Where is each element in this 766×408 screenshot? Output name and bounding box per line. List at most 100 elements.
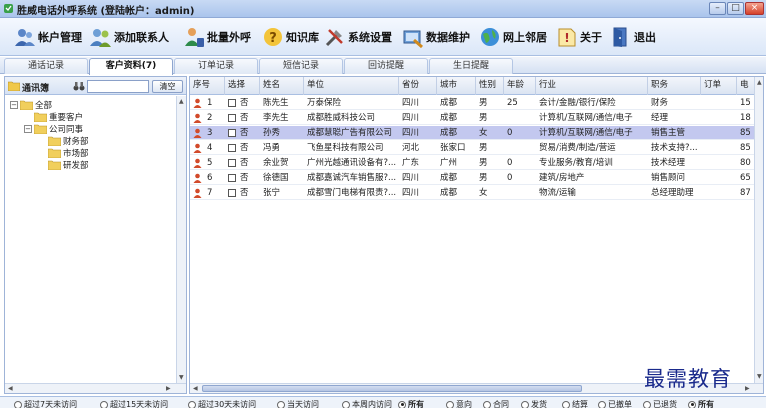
tab-call-records[interactable]: 通话记录 — [4, 58, 88, 74]
table-row[interactable]: 1 否陈先生 万泰保险 四川 成都男 25 会计/金融/银行/保险 财务 15 — [190, 96, 763, 110]
grid-header: 序号 选择 姓名 单位 省份 城市 性别 年龄 行业 职务 订单电 — [190, 77, 763, 95]
radio-dot[interactable] — [100, 400, 108, 408]
grid-column-header[interactable]: 城市 — [437, 77, 476, 95]
filter-radio[interactable]: 发货 — [521, 399, 547, 408]
radio-dot[interactable] — [446, 400, 454, 408]
row-checkbox[interactable] — [228, 159, 236, 167]
filter-radio[interactable]: 合同 — [483, 399, 509, 408]
toolbar-batch-call-button[interactable]: 批量外呼 — [183, 23, 251, 51]
table-row[interactable]: 3 否孙秀 成都慧聪广告有限公司 四川 成都女 0 计算机/互联网/通信/电子 销售主管 85 — [190, 126, 763, 140]
contacts-vertical-scrollbar[interactable]: ▲ ▼ — [176, 96, 186, 384]
filter-radio[interactable]: 所有 — [688, 399, 714, 408]
table-row[interactable]: 5 否余业贺 广州光越通讯设备有?... 广东 广州男 0 专业服务/教育/培训 技术经理 80 — [190, 156, 763, 170]
tree-collapse-toggle[interactable]: − — [10, 100, 18, 109]
contacts-search-input[interactable] — [87, 80, 149, 93]
toolbar-exit-button[interactable]: 退出 — [610, 23, 656, 51]
grid-column-header[interactable]: 选择 — [225, 77, 260, 95]
table-row[interactable]: 2 否李先生 成都胜威科技公司 四川 成都男计算机/互联网/通信/电子 经理 18 — [190, 111, 763, 125]
clear-search-button[interactable]: 清空 — [152, 80, 183, 93]
toolbar-account-button[interactable]: 帐户管理 — [14, 23, 82, 51]
select-checkbox-cell[interactable]: 否 — [225, 186, 260, 200]
radio-dot[interactable] — [521, 400, 529, 408]
contacts-horizontal-scrollbar[interactable]: ◀ ▶ — [5, 383, 186, 393]
toolbar-network-button[interactable]: 网上邻居 — [479, 23, 547, 51]
radio-dot[interactable] — [562, 400, 570, 408]
tree-node[interactable]: − 公司同事 — [24, 123, 83, 135]
grid-scroll-down-arrow-icon[interactable]: ▼ — [757, 373, 762, 380]
filter-radio[interactable]: 意向 — [446, 399, 472, 408]
grid-scroll-thumb[interactable] — [202, 385, 582, 392]
grid-scroll-left-arrow-icon[interactable]: ◀ — [193, 385, 198, 392]
tab-birthday-reminder[interactable]: 生日提醒 — [429, 58, 513, 74]
filter-radio[interactable]: 本周内访问 — [342, 399, 392, 408]
grid-column-header[interactable]: 姓名 — [260, 77, 304, 95]
radio-dot[interactable] — [643, 400, 651, 408]
minimize-button[interactable]: – — [709, 2, 726, 15]
filter-radio[interactable]: 所有 — [398, 399, 424, 408]
tab-sms-records[interactable]: 短信记录 — [259, 58, 343, 74]
scroll-up-arrow-icon[interactable]: ▲ — [179, 98, 184, 105]
tree-node[interactable]: 重要客户 — [24, 111, 83, 123]
grid-column-header[interactable]: 行业 — [536, 77, 648, 95]
close-button[interactable]: × — [745, 2, 764, 15]
tree-node[interactable]: 研发部 — [38, 159, 89, 171]
radio-dot[interactable] — [688, 400, 696, 408]
maximize-button[interactable]: □ — [727, 2, 744, 15]
table-row[interactable]: 6 否徐德国 成都嘉诚汽车销售服?... 四川 成都男 0 建筑/房地产 销售顾问 65 — [190, 171, 763, 185]
toolbar-add-contact-button[interactable]: 添加联系人 — [90, 23, 169, 51]
grid-vertical-scrollbar[interactable]: ▲ ▼ — [754, 77, 763, 383]
grid-column-header[interactable]: 年龄 — [504, 77, 536, 95]
toolbar-settings-button[interactable]: 系统设置 — [324, 23, 392, 51]
toolbar-maintenance-button[interactable]: 数据维护 — [402, 23, 470, 51]
row-checkbox[interactable] — [228, 144, 236, 152]
tree-node[interactable]: − 全部 — [10, 99, 52, 111]
tree-collapse-toggle[interactable]: − — [24, 124, 32, 133]
grid-column-header[interactable]: 序号 — [190, 77, 225, 95]
tab-customer-info[interactable]: 客户资料(7) — [89, 58, 173, 75]
select-checkbox-cell[interactable]: 否 — [225, 96, 260, 110]
filter-radio[interactable]: 超过15天未访问 — [100, 399, 168, 408]
grid-scroll-up-arrow-icon[interactable]: ▲ — [757, 79, 762, 86]
table-row[interactable]: 7 否张宁 成都雪门电梯有限责?... 四川 成都女物流/运输 总经理助理 87 — [190, 186, 763, 200]
filter-radio[interactable]: 已退货 — [643, 399, 677, 408]
row-number-cell: 7 — [190, 186, 225, 200]
filter-radio[interactable]: 已撤单 — [598, 399, 632, 408]
select-checkbox-cell[interactable]: 否 — [225, 156, 260, 170]
radio-dot[interactable] — [398, 400, 406, 408]
filter-radio[interactable]: 超过30天未访问 — [188, 399, 256, 408]
row-checkbox[interactable] — [228, 189, 236, 197]
radio-dot[interactable] — [277, 400, 285, 408]
toolbar-about-button[interactable]: ! 关于 — [556, 23, 602, 51]
filter-radio[interactable]: 结算 — [562, 399, 588, 408]
select-checkbox-cell[interactable]: 否 — [225, 171, 260, 185]
tab-order-records[interactable]: 订单记录 — [174, 58, 258, 74]
tree-node[interactable]: 市场部 — [38, 147, 89, 159]
radio-dot[interactable] — [14, 400, 22, 408]
grid-column-header[interactable]: 性别 — [476, 77, 504, 95]
grid-scroll-right-arrow-icon[interactable]: ▶ — [745, 385, 750, 392]
select-checkbox-cell[interactable]: 否 — [225, 126, 260, 140]
scroll-left-arrow-icon[interactable]: ◀ — [8, 385, 13, 392]
table-row[interactable]: 4 否冯勇 飞鱼星科技有限公司 河北 张家口男贸易/消费/制造/营运 技术支持?... 85 — [190, 141, 763, 155]
radio-dot[interactable] — [188, 400, 196, 408]
grid-column-header[interactable]: 订单 — [701, 77, 737, 95]
tree-node[interactable]: 财务部 — [38, 135, 89, 147]
grid-column-header[interactable]: 单位 — [304, 77, 399, 95]
select-checkbox-cell[interactable]: 否 — [225, 111, 260, 125]
radio-dot[interactable] — [342, 400, 350, 408]
select-checkbox-cell[interactable]: 否 — [225, 141, 260, 155]
radio-dot[interactable] — [598, 400, 606, 408]
scroll-down-arrow-icon[interactable]: ▼ — [179, 374, 184, 381]
toolbar-knowledge-button[interactable]: ? 知识库 — [262, 23, 319, 51]
tab-followup-reminder[interactable]: 回访提醒 — [344, 58, 428, 74]
row-checkbox[interactable] — [228, 129, 236, 137]
filter-radio[interactable]: 超过7天未访问 — [14, 399, 77, 408]
grid-column-header[interactable]: 省份 — [399, 77, 437, 95]
row-checkbox[interactable] — [228, 174, 236, 182]
scroll-right-arrow-icon[interactable]: ▶ — [166, 385, 171, 392]
grid-column-header[interactable]: 职务 — [648, 77, 701, 95]
row-checkbox[interactable] — [228, 114, 236, 122]
filter-radio[interactable]: 当天访问 — [277, 399, 319, 408]
row-checkbox[interactable] — [228, 99, 236, 107]
radio-dot[interactable] — [483, 400, 491, 408]
